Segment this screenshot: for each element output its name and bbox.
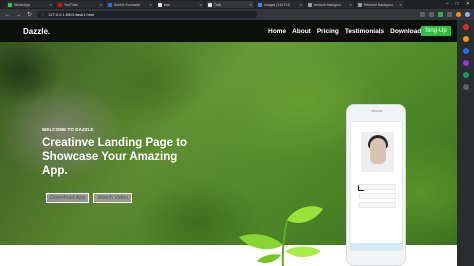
phone-mockup <box>346 104 406 266</box>
screen-row <box>359 184 396 190</box>
maximize-icon[interactable]: □ <box>456 1 459 7</box>
youtube-icon <box>58 2 62 7</box>
browser-tab-strip: WhatsApp ✕ YouTube ✕ Sachin Kushwah ✕ ta… <box>0 0 474 9</box>
toolbar-actions <box>420 12 470 17</box>
hero-welcome: WELCOME TO DAZZLE <box>42 127 94 132</box>
close-tab-icon[interactable]: ✕ <box>199 3 202 7</box>
close-tab-icon[interactable]: ✕ <box>399 3 402 7</box>
tab-title: task <box>164 2 171 7</box>
tab-title: YouTube <box>64 2 78 7</box>
back-icon[interactable]: ← <box>4 12 11 18</box>
plant-sprout-image <box>239 206 323 266</box>
search-icon[interactable] <box>462 24 469 30</box>
download-app-button[interactable]: Download App <box>46 193 90 203</box>
close-window-icon[interactable]: ✕ <box>466 1 470 7</box>
close-tab-icon[interactable]: ✕ <box>249 3 252 7</box>
info-icon[interactable]: ⓘ <box>41 12 45 18</box>
menu-icon[interactable] <box>465 12 470 17</box>
profile-photo <box>361 132 394 172</box>
outlook-icon[interactable] <box>462 72 469 78</box>
browser-toolbar: ← → ↻ ⓘ 127.0.0.1:5501/task1.html <box>0 9 474 20</box>
page-icon <box>358 2 362 7</box>
nav-home[interactable]: Home <box>268 28 286 35</box>
browser-tab-remove-bg[interactable]: remove backgrou ✕ <box>306 1 354 8</box>
close-tab-icon[interactable]: ✕ <box>149 3 152 7</box>
close-tab-icon[interactable]: ✕ <box>349 3 352 7</box>
phone-screen <box>350 121 403 251</box>
site-navbar: Dazzle. Home About Pricing Testimonials … <box>0 20 457 42</box>
url-text[interactable]: 127.0.0.1:5501/task1.html <box>48 12 94 17</box>
brand-logo[interactable]: Dazzle. <box>23 27 50 36</box>
tab-title: remove backgrou <box>314 2 342 7</box>
browser-tab-task-active[interactable]: Task ✕ <box>206 1 254 8</box>
tools-icon[interactable] <box>462 48 469 54</box>
shopping-icon[interactable] <box>462 36 469 42</box>
address-bar[interactable]: ⓘ 127.0.0.1:5501/task1.html <box>37 11 257 18</box>
browser-tab-facebook[interactable]: Sachin Kushwah ✕ <box>106 1 154 8</box>
close-tab-icon[interactable]: ✕ <box>99 3 102 7</box>
page-icon <box>208 2 212 7</box>
tab-title: images (1417×3) <box>264 2 291 7</box>
close-tab-icon[interactable]: ✕ <box>49 3 52 7</box>
close-tab-icon[interactable]: ✕ <box>299 3 302 7</box>
signup-button[interactable]: Sing-Up <box>421 26 451 36</box>
share-icon[interactable] <box>420 12 425 17</box>
forward-icon[interactable]: → <box>15 12 22 18</box>
face-shape <box>370 138 386 164</box>
nav-pricing[interactable]: Pricing <box>317 28 339 35</box>
minimize-icon[interactable]: – <box>446 1 449 7</box>
nav-menu: Home About Pricing Testimonials Download <box>268 20 421 42</box>
extensions-puzzle-icon[interactable] <box>447 12 452 17</box>
browser-tab-task[interactable]: task ✕ <box>156 1 204 8</box>
hero-buttons: Download App Watch Video <box>46 193 133 203</box>
tab-title: Task <box>214 2 222 7</box>
window-controls: – □ ✕ <box>446 1 470 7</box>
add-icon[interactable] <box>462 84 469 90</box>
whatsapp-icon <box>8 2 12 7</box>
browser-tab-youtube[interactable]: YouTube ✕ <box>56 1 104 8</box>
screen-row <box>359 193 396 199</box>
nav-about[interactable]: About <box>292 28 311 35</box>
web-page: Dazzle. Home About Pricing Testimonials … <box>0 20 457 266</box>
browser-side-panel <box>457 20 474 266</box>
profile-avatar[interactable] <box>456 12 461 17</box>
browser-tab-whatsapp[interactable]: WhatsApp ✕ <box>6 1 54 8</box>
extension-icon[interactable] <box>438 12 443 17</box>
nav-download[interactable]: Download <box>390 28 421 35</box>
watch-video-button[interactable]: Watch Video <box>93 193 133 203</box>
phone-speaker <box>371 110 383 112</box>
hero-headline: Creatinve Landing Page to Showcase Your … <box>42 137 188 177</box>
tab-title: Remove Backgrou <box>364 2 393 7</box>
screen-action-bar <box>351 243 402 250</box>
browser-tab-remove-bg-2[interactable]: Remove Backgrou ✕ <box>356 1 404 8</box>
facebook-icon <box>108 2 112 7</box>
tab-title: Sachin Kushwah <box>114 2 141 7</box>
screen-row <box>359 202 396 208</box>
bookmark-star-icon[interactable] <box>429 12 434 17</box>
page-icon <box>308 2 312 7</box>
games-icon[interactable] <box>462 60 469 66</box>
tab-title: WhatsApp <box>14 2 31 7</box>
nav-testimonials[interactable]: Testimonials <box>345 28 384 35</box>
page-icon <box>158 2 162 7</box>
browser-tab-images[interactable]: images (1417×3) ✕ <box>256 1 304 8</box>
google-icon <box>258 2 262 7</box>
reload-icon[interactable]: ↻ <box>26 11 33 18</box>
